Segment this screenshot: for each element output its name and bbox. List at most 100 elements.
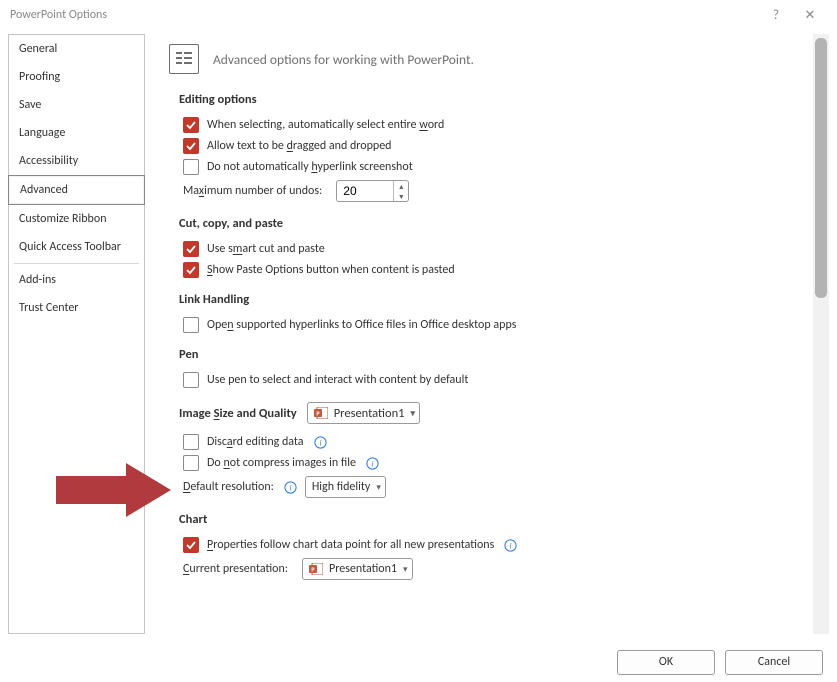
info-icon[interactable]: i xyxy=(504,539,517,552)
sidebar-item-label: Quick Access Toolbar xyxy=(19,240,121,254)
resolution-dropdown[interactable]: High fidelity ▾ xyxy=(305,476,386,498)
sidebar-item-proofing[interactable]: Proofing xyxy=(9,63,144,91)
opt-current-presentation: Current presentation: P Presentation1 ▾ xyxy=(183,558,797,580)
label: Maximum number of undos: xyxy=(183,184,322,198)
label: Current presentation: xyxy=(183,562,288,576)
opt-use-pen[interactable]: Use pen to select and interact with cont… xyxy=(183,372,797,388)
close-button[interactable]: ✕ xyxy=(793,0,827,30)
content-pane: Advanced options for working with PowerP… xyxy=(151,34,813,634)
current-presentation-dropdown[interactable]: P Presentation1 ▾ xyxy=(302,558,413,580)
label: When selecting, automatically select ent… xyxy=(207,118,444,132)
sidebar-item-accessibility[interactable]: Accessibility xyxy=(9,147,144,175)
checkbox[interactable] xyxy=(183,455,199,471)
checkbox[interactable] xyxy=(183,537,199,553)
label: Do not compress images in file xyxy=(207,456,356,470)
section-link-title: Link Handling xyxy=(179,292,797,307)
label: Use smart cut and paste xyxy=(207,242,325,256)
powerpoint-icon: P xyxy=(309,563,323,575)
page-heading-row: Advanced options for working with PowerP… xyxy=(169,44,797,74)
checkbox[interactable] xyxy=(183,372,199,388)
scrollbar-thumb[interactable] xyxy=(815,38,827,298)
label: Open supported hyperlinks to Office file… xyxy=(207,318,516,332)
spinner-up[interactable]: ▲ xyxy=(394,181,408,191)
svg-text:i: i xyxy=(319,438,321,447)
checkbox[interactable] xyxy=(183,434,199,450)
checkbox[interactable] xyxy=(183,117,199,133)
dropdown-value: High fidelity xyxy=(312,480,370,494)
checkbox[interactable] xyxy=(183,138,199,154)
ok-button[interactable]: OK xyxy=(617,650,715,675)
checkbox[interactable] xyxy=(183,262,199,278)
image-presentation-dropdown[interactable]: P Presentation1 ▾ xyxy=(307,402,420,424)
sidebar-item-label: Save xyxy=(19,98,41,112)
sidebar-item-qat[interactable]: Quick Access Toolbar xyxy=(9,233,144,261)
label: Use pen to select and interact with cont… xyxy=(207,373,468,387)
sidebar-item-label: Advanced xyxy=(20,183,68,197)
opt-no-compress[interactable]: Do not compress images in file i xyxy=(183,455,797,471)
section-image-title: Image Size and Quality P Presentation1 ▾ xyxy=(179,402,797,424)
help-button[interactable]: ? xyxy=(759,0,793,30)
options-window: PowerPoint Options ? ✕ General Proofing … xyxy=(0,0,837,682)
opt-smart-cut[interactable]: Use smart cut and paste xyxy=(183,241,797,257)
section-editing-title: Editing options xyxy=(179,92,797,107)
dialog-footer: OK Cancel xyxy=(0,642,837,682)
section-pen-title: Pen xyxy=(179,347,797,362)
label: Allow text to be dragged and dropped xyxy=(207,139,391,153)
help-icon: ? xyxy=(773,8,779,23)
opt-drag-drop[interactable]: Allow text to be dragged and dropped xyxy=(183,138,797,154)
opt-select-word[interactable]: When selecting, automatically select ent… xyxy=(183,117,797,133)
sidebar-item-label: Proofing xyxy=(19,70,60,84)
info-icon[interactable]: i xyxy=(366,457,379,470)
powerpoint-icon: P xyxy=(314,407,328,419)
cancel-button[interactable]: Cancel xyxy=(725,650,823,675)
checkbox[interactable] xyxy=(183,159,199,175)
chevron-down-icon: ▾ xyxy=(403,564,408,575)
dropdown-value: Presentation1 xyxy=(329,562,397,576)
section-cut-title: Cut, copy, and paste xyxy=(179,216,797,231)
section-chart-title: Chart xyxy=(179,512,797,527)
label: Properties follow chart data point for a… xyxy=(207,538,494,552)
svg-text:i: i xyxy=(510,541,512,550)
vertical-scrollbar[interactable] xyxy=(813,34,829,634)
sidebar: General Proofing Save Language Accessibi… xyxy=(8,34,145,634)
label: Default resolution: xyxy=(183,480,274,494)
sidebar-item-trust-center[interactable]: Trust Center xyxy=(9,294,144,322)
chevron-down-icon: ▾ xyxy=(376,482,381,493)
label: Discard editing data xyxy=(207,435,304,449)
opt-undo-count: Maximum number of undos: ▲ ▼ xyxy=(183,180,797,202)
titlebar: PowerPoint Options ? ✕ xyxy=(0,0,837,30)
sidebar-item-label: Trust Center xyxy=(19,301,79,315)
info-icon[interactable]: i xyxy=(314,436,327,449)
label: Do not automatically hyperlink screensho… xyxy=(207,160,413,174)
undo-input[interactable] xyxy=(337,182,393,200)
sidebar-item-label: Add-ins xyxy=(19,273,56,287)
checkbox[interactable] xyxy=(183,241,199,257)
sidebar-item-label: Customize Ribbon xyxy=(19,212,107,226)
info-icon[interactable]: i xyxy=(284,481,297,494)
label: Show Paste Options button when content i… xyxy=(207,263,455,277)
sidebar-item-save[interactable]: Save xyxy=(9,91,144,119)
advanced-icon xyxy=(169,44,199,74)
sidebar-item-general[interactable]: General xyxy=(9,35,144,63)
sidebar-item-language[interactable]: Language xyxy=(9,119,144,147)
svg-text:i: i xyxy=(371,459,373,468)
opt-hyperlink-screenshot[interactable]: Do not automatically hyperlink screensho… xyxy=(183,159,797,175)
sidebar-item-addins[interactable]: Add-ins xyxy=(9,266,144,294)
svg-text:i: i xyxy=(289,483,291,492)
opt-paste-options[interactable]: Show Paste Options button when content i… xyxy=(183,262,797,278)
opt-open-links[interactable]: Open supported hyperlinks to Office file… xyxy=(183,317,797,333)
sidebar-item-customize-ribbon[interactable]: Customize Ribbon xyxy=(9,205,144,233)
opt-discard-editing[interactable]: Discard editing data i xyxy=(183,434,797,450)
sidebar-item-label: General xyxy=(19,42,57,56)
button-label: OK xyxy=(659,655,673,669)
close-icon: ✕ xyxy=(805,8,816,23)
sidebar-separator xyxy=(14,263,139,264)
checkbox[interactable] xyxy=(183,317,199,333)
chevron-down-icon: ▾ xyxy=(411,408,416,419)
spinner-down[interactable]: ▼ xyxy=(394,191,408,201)
content-wrap: Advanced options for working with PowerP… xyxy=(151,34,829,634)
undo-spinner[interactable]: ▲ ▼ xyxy=(336,180,409,202)
sidebar-item-advanced[interactable]: Advanced xyxy=(8,175,145,205)
page-heading: Advanced options for working with PowerP… xyxy=(213,51,474,68)
opt-chart-props[interactable]: Properties follow chart data point for a… xyxy=(183,537,797,553)
